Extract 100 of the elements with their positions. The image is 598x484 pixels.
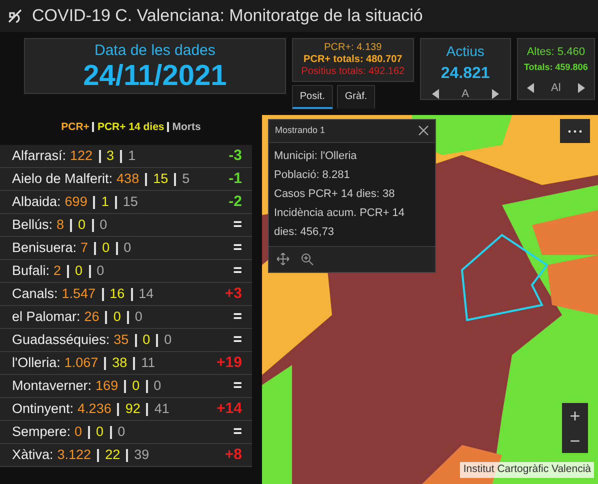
legend-label: PCR+ [61, 121, 90, 133]
pcr14-count: 0 [78, 216, 86, 232]
deaths-count: 14 [138, 286, 154, 301]
pager-label: Al [551, 81, 561, 96]
zoom-in-button[interactable]: + [562, 403, 588, 428]
pcr-count: 699 [64, 194, 88, 209]
pcr-count: 1.067 [64, 354, 98, 370]
municipality-name: el Palomar: [12, 308, 80, 324]
pcr-count: 8 [56, 216, 64, 232]
tab[interactable]: Posit. [292, 85, 333, 109]
deaths-count: 0 [134, 308, 142, 324]
municipality-name: l'Olleria: [12, 354, 60, 370]
pcr-count: 7 [80, 240, 88, 255]
popup-line: Municipi: l'Olleria [274, 148, 358, 164]
municipality-name: Benisuera: [12, 240, 77, 255]
pcr14-count: 92 [125, 400, 140, 416]
pcr-count: 4.236 [78, 400, 112, 416]
pcr-count: 438 [116, 170, 140, 186]
stat-line: PCR+: 4.139 [323, 42, 383, 54]
change-value: +8 [224, 444, 242, 465]
stat-line: PCR+ totals: 480.707 [302, 54, 404, 66]
pcr14-count: 0 [102, 240, 110, 255]
municipality-name: Montaverner: [12, 378, 92, 393]
date-value: 24/11/2021 [82, 60, 228, 93]
change-value: = [233, 238, 242, 258]
pcr14-count: 0 [96, 424, 104, 439]
deaths-count: 0 [164, 332, 172, 347]
pcr14-count: 0 [113, 308, 121, 324]
map[interactable]: Mostrando 1 Municipi: l'Olleria Població: 8.281 Casos PCR+ 14 dies: 38 Incidència acum. PCR+ 14 dies: 456,73 + − Institut Cartogràfic Valencià [262, 115, 598, 484]
pager-label: A [462, 87, 469, 102]
deaths-count: 0 [100, 216, 108, 232]
pcr14-count: 16 [110, 286, 125, 301]
deaths-count: 39 [134, 446, 150, 462]
map-attribution: Institut Cartogràfic Valencià [460, 462, 594, 478]
change-value: = [233, 330, 242, 350]
municipality-name: Sempere: [12, 424, 71, 439]
active-value: 24.821 [440, 64, 491, 84]
deaths-count: 5 [182, 170, 190, 186]
pcr14-count: 15 [153, 170, 168, 186]
change-value: +3 [224, 284, 242, 304]
pcr14-count: 0 [132, 378, 140, 393]
change-value: -2 [228, 192, 242, 212]
pcr14-count: 38 [112, 354, 128, 370]
move-icon[interactable] [277, 252, 289, 264]
pcr14-count: 3 [106, 148, 114, 163]
pcr-count: 1.547 [62, 286, 96, 301]
close-icon[interactable] [418, 125, 429, 136]
pcr-count: 2 [54, 262, 62, 278]
legend-label: PCR+ 14 dies [97, 121, 164, 133]
pcr-count: 169 [96, 378, 118, 393]
popup-line: Incidència acum. PCR+ 14 dies: 456,73 [274, 206, 406, 240]
deaths-count: 0 [124, 240, 132, 255]
municipality-name: Alfarrasí: [12, 148, 66, 163]
change-value: = [233, 422, 242, 442]
pcr-count: 35 [114, 332, 129, 347]
change-value: = [233, 214, 242, 235]
pcr14-count: 0 [75, 262, 83, 278]
pcr14-count: 22 [105, 446, 120, 462]
pcr14-count: 1 [101, 194, 109, 209]
change-value: -3 [228, 146, 242, 166]
municipality-name: Guadasséquies: [12, 332, 110, 347]
pcr-count: 3.122 [57, 446, 92, 462]
popup-line: Casos PCR+ 14 dies: 38 [274, 186, 396, 202]
stat-line: Altes: 5.460 [526, 45, 586, 60]
change-value: = [233, 306, 242, 327]
zoom-in-icon[interactable] [301, 252, 314, 266]
change-value: -1 [228, 168, 242, 189]
pcr-count: 0 [74, 424, 82, 439]
popup-title: Mostrando 1 [275, 124, 326, 137]
next-icon[interactable] [578, 83, 586, 94]
app-icon [8, 9, 22, 23]
change-value: = [233, 376, 242, 396]
pcr-count: 26 [84, 308, 100, 324]
municipality-name: Albaida: [12, 194, 61, 209]
municipality-name: Canals: [12, 286, 58, 301]
zoom-out-button[interactable]: − [562, 428, 588, 453]
municipality-name: Bufali: [12, 262, 50, 278]
municipality-name: Bellús: [12, 216, 53, 232]
municipality-name: Ontinyent: [12, 400, 74, 416]
next-icon[interactable] [492, 89, 499, 100]
deaths-count: 41 [154, 400, 170, 416]
change-value: +14 [216, 398, 242, 419]
active-label: Actius [445, 42, 486, 61]
deaths-count: 11 [141, 354, 156, 370]
legend-label: Morts [172, 121, 201, 133]
deaths-count: 1 [128, 148, 136, 163]
stat-line: Positius totals: 492.162 [300, 66, 406, 78]
deaths-count: 0 [118, 424, 126, 439]
municipality-name: Aielo de Malferit: [12, 170, 113, 186]
change-value: +19 [216, 352, 242, 373]
more-icon [568, 130, 582, 134]
window-title: COVID-19 C. Valenciana: Monitoratge de la situació [32, 5, 423, 28]
tab[interactable]: Gràf. [336, 85, 376, 109]
deaths-count: 15 [122, 194, 138, 209]
previous-icon[interactable] [526, 83, 534, 94]
date-label: Data de les dades [93, 42, 216, 60]
deaths-count: 0 [96, 262, 104, 278]
pcr-count: 122 [70, 148, 93, 163]
previous-icon[interactable] [432, 89, 440, 100]
stat-line: Totals: 459.806 [522, 60, 589, 74]
